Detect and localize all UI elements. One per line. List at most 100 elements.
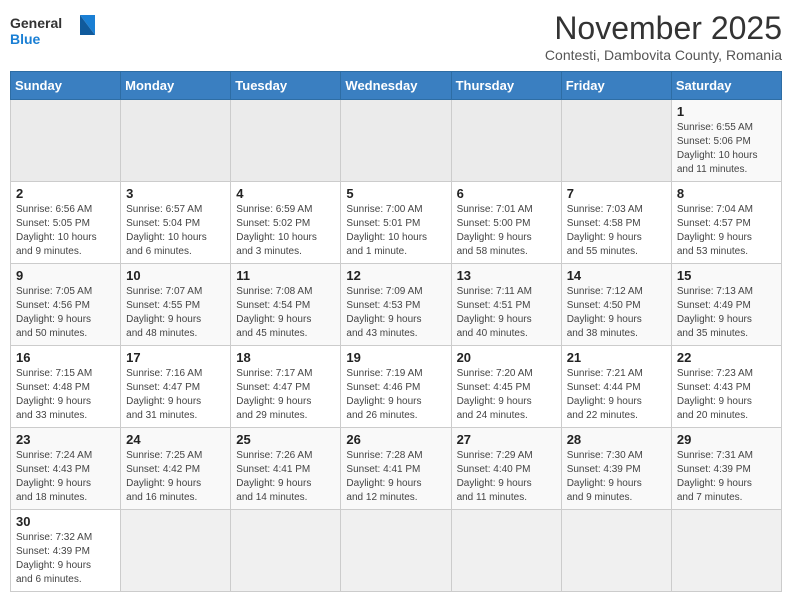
day-number: 3 (126, 186, 225, 201)
day-cell: 26Sunrise: 7:28 AM Sunset: 4:41 PM Dayli… (341, 428, 451, 510)
day-number: 22 (677, 350, 776, 365)
day-cell: 17Sunrise: 7:16 AM Sunset: 4:47 PM Dayli… (121, 346, 231, 428)
day-number: 16 (16, 350, 115, 365)
day-cell (561, 100, 671, 182)
day-number: 13 (457, 268, 556, 283)
day-cell: 2Sunrise: 6:56 AM Sunset: 5:05 PM Daylig… (11, 182, 121, 264)
header-wednesday: Wednesday (341, 72, 451, 100)
logo: General Blue (10, 10, 100, 55)
day-cell (231, 100, 341, 182)
week-row-2: 9 Sunrise: 7:05 AM Sunset: 4:56 PM Daylig… (11, 264, 782, 346)
day-cell: 10Sunrise: 7:07 AM Sunset: 4:55 PM Dayli… (121, 264, 231, 346)
day-cell: 21Sunrise: 7:21 AM Sunset: 4:44 PM Dayli… (561, 346, 671, 428)
day-cell: 27 Sunrise: 7:29 AM Sunset: 4:40 PM Dayli… (451, 428, 561, 510)
day-info: Sunrise: 7:12 AM Sunset: 4:50 PM Dayligh… (567, 285, 666, 341)
day-cell: 13 Sunrise: 7:11 AM Sunset: 4:51 PM Dayli… (451, 264, 561, 346)
day-cell: 5 Sunrise: 7:00 AM Sunset: 5:01 PM Daylig… (341, 182, 451, 264)
svg-text:Blue: Blue (10, 31, 41, 47)
day-number: 6 (457, 186, 556, 201)
day-cell (451, 100, 561, 182)
day-info: Sunrise: 7:20 AM Sunset: 4:45 PM Dayligh… (457, 367, 556, 423)
day-info: Sunrise: 7:11 AM Sunset: 4:51 PM Dayligh… (457, 285, 556, 341)
header-sunday: Sunday (11, 72, 121, 100)
day-cell: 20 Sunrise: 7:20 AM Sunset: 4:45 PM Dayli… (451, 346, 561, 428)
day-info: Sunrise: 7:07 AM Sunset: 4:55 PM Dayligh… (126, 285, 225, 341)
day-number: 11 (236, 268, 335, 283)
header-row: SundayMondayTuesdayWednesdayThursdayFrid… (11, 72, 782, 100)
day-number: 9 (16, 268, 115, 283)
day-cell: 9 Sunrise: 7:05 AM Sunset: 4:56 PM Daylig… (11, 264, 121, 346)
day-number: 14 (567, 268, 666, 283)
week-row-4: 23 Sunrise: 7:24 AM Sunset: 4:43 PM Dayli… (11, 428, 782, 510)
day-cell: 14 Sunrise: 7:12 AM Sunset: 4:50 PM Dayli… (561, 264, 671, 346)
day-cell: 22 Sunrise: 7:23 AM Sunset: 4:43 PM Dayli… (671, 346, 781, 428)
day-number: 18 (236, 350, 335, 365)
day-cell (11, 100, 121, 182)
day-cell: 11Sunrise: 7:08 AM Sunset: 4:54 PM Dayli… (231, 264, 341, 346)
day-info: Sunrise: 7:32 AM Sunset: 4:39 PM Dayligh… (16, 531, 115, 587)
day-info: Sunrise: 7:09 AM Sunset: 4:53 PM Dayligh… (346, 285, 445, 341)
day-info: Sunrise: 7:23 AM Sunset: 4:43 PM Dayligh… (677, 367, 776, 423)
day-cell: 16 Sunrise: 7:15 AM Sunset: 4:48 PM Dayli… (11, 346, 121, 428)
day-cell: 19 Sunrise: 7:19 AM Sunset: 4:46 PM Dayli… (341, 346, 451, 428)
day-cell: 29Sunrise: 7:31 AM Sunset: 4:39 PM Dayli… (671, 428, 781, 510)
day-number: 27 (457, 432, 556, 447)
week-row-5: 30 Sunrise: 7:32 AM Sunset: 4:39 PM Dayli… (11, 510, 782, 592)
day-cell: 1Sunrise: 6:55 AM Sunset: 5:06 PM Daylig… (671, 100, 781, 182)
day-cell: 25Sunrise: 7:26 AM Sunset: 4:41 PM Dayli… (231, 428, 341, 510)
day-number: 8 (677, 186, 776, 201)
day-info: Sunrise: 6:59 AM Sunset: 5:02 PM Dayligh… (236, 203, 335, 259)
day-info: Sunrise: 7:21 AM Sunset: 4:44 PM Dayligh… (567, 367, 666, 423)
day-info: Sunrise: 7:19 AM Sunset: 4:46 PM Dayligh… (346, 367, 445, 423)
day-cell (451, 510, 561, 592)
logo-icon: General Blue (10, 10, 100, 55)
day-cell (561, 510, 671, 592)
day-cell: 12Sunrise: 7:09 AM Sunset: 4:53 PM Dayli… (341, 264, 451, 346)
calendar-title: November 2025 (545, 10, 782, 47)
day-cell: 4Sunrise: 6:59 AM Sunset: 5:02 PM Daylig… (231, 182, 341, 264)
day-info: Sunrise: 7:15 AM Sunset: 4:48 PM Dayligh… (16, 367, 115, 423)
day-number: 15 (677, 268, 776, 283)
page-header: General Blue November 2025 Contesti, Dam… (10, 10, 782, 63)
week-row-3: 16 Sunrise: 7:15 AM Sunset: 4:48 PM Dayli… (11, 346, 782, 428)
day-cell: 24Sunrise: 7:25 AM Sunset: 4:42 PM Dayli… (121, 428, 231, 510)
day-info: Sunrise: 7:31 AM Sunset: 4:39 PM Dayligh… (677, 449, 776, 505)
day-info: Sunrise: 7:01 AM Sunset: 5:00 PM Dayligh… (457, 203, 556, 259)
day-number: 20 (457, 350, 556, 365)
day-number: 19 (346, 350, 445, 365)
day-info: Sunrise: 7:28 AM Sunset: 4:41 PM Dayligh… (346, 449, 445, 505)
day-cell (341, 100, 451, 182)
day-number: 17 (126, 350, 225, 365)
day-number: 30 (16, 514, 115, 529)
svg-text:General: General (10, 15, 62, 31)
day-info: Sunrise: 7:04 AM Sunset: 4:57 PM Dayligh… (677, 203, 776, 259)
week-row-0: 1Sunrise: 6:55 AM Sunset: 5:06 PM Daylig… (11, 100, 782, 182)
day-cell: 8 Sunrise: 7:04 AM Sunset: 4:57 PM Daylig… (671, 182, 781, 264)
day-info: Sunrise: 7:13 AM Sunset: 4:49 PM Dayligh… (677, 285, 776, 341)
day-cell: 28Sunrise: 7:30 AM Sunset: 4:39 PM Dayli… (561, 428, 671, 510)
day-cell (121, 100, 231, 182)
day-cell (671, 510, 781, 592)
day-info: Sunrise: 6:55 AM Sunset: 5:06 PM Dayligh… (677, 121, 776, 177)
day-info: Sunrise: 7:00 AM Sunset: 5:01 PM Dayligh… (346, 203, 445, 259)
day-info: Sunrise: 7:05 AM Sunset: 4:56 PM Dayligh… (16, 285, 115, 341)
day-info: Sunrise: 6:56 AM Sunset: 5:05 PM Dayligh… (16, 203, 115, 259)
day-info: Sunrise: 7:25 AM Sunset: 4:42 PM Dayligh… (126, 449, 225, 505)
day-cell: 7 Sunrise: 7:03 AM Sunset: 4:58 PM Daylig… (561, 182, 671, 264)
calendar-table: SundayMondayTuesdayWednesdayThursdayFrid… (10, 71, 782, 592)
title-area: November 2025 Contesti, Dambovita County… (545, 10, 782, 63)
header-saturday: Saturday (671, 72, 781, 100)
header-tuesday: Tuesday (231, 72, 341, 100)
day-number: 5 (346, 186, 445, 201)
day-number: 23 (16, 432, 115, 447)
day-info: Sunrise: 7:29 AM Sunset: 4:40 PM Dayligh… (457, 449, 556, 505)
day-number: 7 (567, 186, 666, 201)
day-info: Sunrise: 7:24 AM Sunset: 4:43 PM Dayligh… (16, 449, 115, 505)
day-info: Sunrise: 7:03 AM Sunset: 4:58 PM Dayligh… (567, 203, 666, 259)
day-number: 28 (567, 432, 666, 447)
day-info: Sunrise: 6:57 AM Sunset: 5:04 PM Dayligh… (126, 203, 225, 259)
day-cell: 3 Sunrise: 6:57 AM Sunset: 5:04 PM Daylig… (121, 182, 231, 264)
week-row-1: 2Sunrise: 6:56 AM Sunset: 5:05 PM Daylig… (11, 182, 782, 264)
day-info: Sunrise: 7:26 AM Sunset: 4:41 PM Dayligh… (236, 449, 335, 505)
calendar-subtitle: Contesti, Dambovita County, Romania (545, 47, 782, 63)
